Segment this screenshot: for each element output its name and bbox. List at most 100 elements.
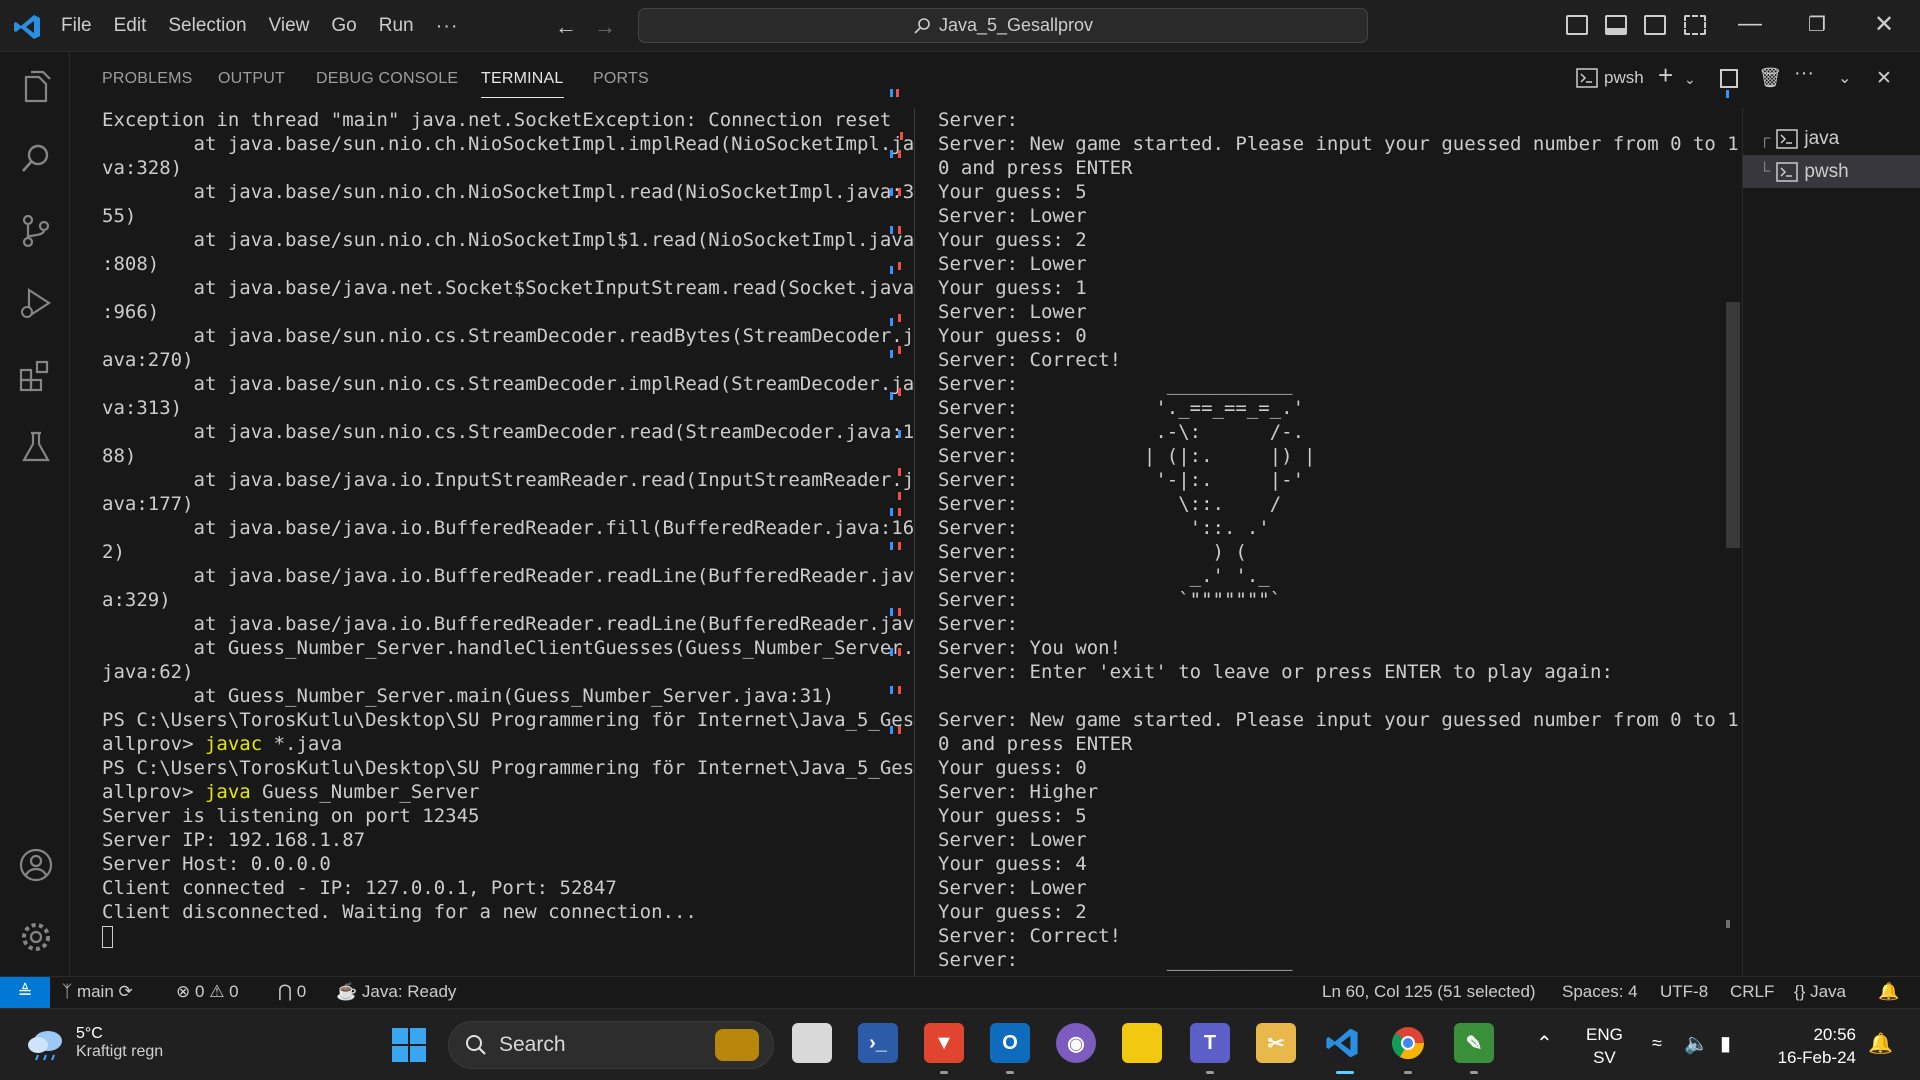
brave-browser-icon[interactable]: ▼ xyxy=(924,1023,964,1063)
task-view-icon[interactable] xyxy=(792,1023,832,1063)
cursor-position-status[interactable]: Ln 60, Col 125 (51 selected) xyxy=(1322,982,1536,1002)
vscode-logo-icon xyxy=(14,15,40,39)
split-terminal-icon[interactable] xyxy=(1720,69,1738,88)
menu-go[interactable]: Go xyxy=(320,9,367,43)
activity-bar xyxy=(0,52,70,976)
terminal-line: Server: Lower xyxy=(938,301,1087,323)
search-highlight-icon xyxy=(715,1029,759,1061)
branch-status[interactable]: ᛉ main ⟳ xyxy=(62,982,133,1002)
tab-ports[interactable]: PORTS xyxy=(593,70,649,88)
powershell-icon[interactable]: ›_ xyxy=(858,1023,898,1063)
snipping-tool-icon[interactable]: ✂ xyxy=(1256,1023,1296,1063)
toggle-primary-sidebar-icon[interactable] xyxy=(1566,15,1588,35)
tab-terminal[interactable]: TERMINAL xyxy=(481,70,564,98)
terminal-tab-java[interactable]: ┌ java xyxy=(1743,122,1920,155)
active-shell-button[interactable]: pwsh xyxy=(1576,68,1644,88)
restore-icon[interactable]: ❐ xyxy=(1808,12,1826,37)
minimize-icon[interactable]: — xyxy=(1738,10,1762,38)
settings-gear-icon[interactable] xyxy=(17,918,55,956)
teams-icon[interactable]: T xyxy=(1190,1023,1230,1063)
account-icon[interactable] xyxy=(17,846,55,884)
terminal-line: Server: New game started. Please input y… xyxy=(938,133,1739,155)
ports-status[interactable]: ⋂ 0 xyxy=(278,982,306,1002)
chevron-down-icon[interactable]: ⌄ xyxy=(1838,68,1851,88)
terminal-line: allprov> javac *.java xyxy=(102,733,343,755)
terminal-right-output[interactable]: Server: Server: New game started. Please … xyxy=(938,108,1798,976)
terminal-line: Server Host: 0.0.0.0 xyxy=(102,853,331,875)
terminal-left-tail: Server is listening on port 12345 Server … xyxy=(102,804,962,924)
encoding-status[interactable]: UTF-8 xyxy=(1660,982,1708,1002)
menu-file[interactable]: File xyxy=(50,9,103,43)
indentation-status[interactable]: Spaces: 4 xyxy=(1562,982,1638,1002)
terminal-scrollbar-thumb[interactable] xyxy=(1726,302,1740,548)
terminal-line: at Guess_Number_Server.main(Guess_Number… xyxy=(102,685,835,707)
menu-view[interactable]: View xyxy=(258,9,321,43)
terminal-line: 88) xyxy=(102,445,137,467)
command-center-search[interactable]: Java_5_Gesallprov xyxy=(638,8,1368,43)
tab-problems[interactable]: PROBLEMS xyxy=(102,70,193,88)
menu-run[interactable]: Run xyxy=(368,9,425,43)
terminal-line: Server is listening on port 12345 xyxy=(102,805,480,827)
language-status[interactable]: {} Java xyxy=(1794,982,1846,1002)
terminal-line: 0 and press ENTER xyxy=(938,733,1133,755)
source-control-icon[interactable] xyxy=(17,212,55,250)
testing-icon[interactable] xyxy=(17,428,55,466)
notification-bell-icon[interactable]: 🔔 xyxy=(1868,1031,1893,1056)
extensions-icon[interactable] xyxy=(17,356,55,394)
language-indicator[interactable]: ENG SV xyxy=(1586,1023,1623,1069)
toggle-secondary-sidebar-icon[interactable] xyxy=(1644,15,1666,35)
command-center-label: Java_5_Gesallprov xyxy=(938,15,1094,35)
battery-icon[interactable]: ▮ xyxy=(1720,1031,1731,1056)
menu-selection[interactable]: Selection xyxy=(157,9,257,43)
volume-icon[interactable]: 🔈 xyxy=(1684,1031,1709,1056)
new-terminal-plus-icon[interactable]: + xyxy=(1658,60,1673,91)
forward-arrow-icon[interactable]: → xyxy=(594,14,616,40)
chevron-up-icon[interactable]: ⌃ xyxy=(1536,1031,1553,1056)
tab-debug-console[interactable]: DEBUG CONSOLE xyxy=(316,70,458,88)
wifi-icon[interactable]: ≈ xyxy=(1652,1033,1662,1054)
close-panel-icon[interactable]: ✕ xyxy=(1876,67,1892,90)
eol-status[interactable]: CRLF xyxy=(1730,982,1774,1002)
terminal-line: PS C:\Users\TorosKutlu\Desktop\SU Progra… xyxy=(102,709,915,731)
remote-icon: ≜ xyxy=(17,982,33,1002)
terminal-line: Server: '-|:. |-' xyxy=(938,469,1305,491)
menu-edit[interactable]: Edit xyxy=(103,9,158,43)
shell-label: pwsh xyxy=(1604,68,1644,87)
java-status[interactable]: ☕ Java: Ready xyxy=(336,982,456,1002)
windows-start-icon[interactable] xyxy=(391,1027,427,1063)
remote-indicator[interactable]: ≜ xyxy=(0,977,50,1008)
notifications-bell-icon[interactable]: 🔔 xyxy=(1878,982,1899,1002)
problems-status[interactable]: ⊗ 0 ⚠ 0 xyxy=(176,982,239,1002)
terminal-split-divider[interactable] xyxy=(914,108,915,976)
vscode-taskbar-icon[interactable] xyxy=(1322,1023,1362,1063)
terminal-tab-pwsh[interactable]: └ pwsh xyxy=(1743,155,1920,188)
back-arrow-icon[interactable]: ← xyxy=(555,14,577,40)
toggle-panel-icon[interactable] xyxy=(1605,15,1627,35)
more-actions-icon[interactable]: ··· xyxy=(1794,62,1814,85)
explorer-icon[interactable] xyxy=(17,68,55,106)
chrome-icon[interactable] xyxy=(1388,1023,1428,1063)
terminal-cursor-line xyxy=(102,924,962,948)
clock[interactable]: 20:56 16-Feb-24 xyxy=(1770,1023,1856,1069)
terminal-line: at java.base/sun.nio.cs.StreamDecoder.im… xyxy=(102,373,915,395)
github-desktop-icon[interactable]: ◉ xyxy=(1056,1023,1096,1063)
outlook-icon[interactable]: O xyxy=(990,1023,1030,1063)
terminal-line: java:62) xyxy=(102,661,194,683)
trash-icon[interactable]: 🗑 xyxy=(1758,66,1782,90)
search-icon[interactable] xyxy=(17,140,55,178)
search-icon xyxy=(466,1035,486,1055)
notepad-icon[interactable]: ✎ xyxy=(1454,1023,1494,1063)
menu-more[interactable]: ··· xyxy=(425,9,470,43)
taskbar-search[interactable]: Search xyxy=(448,1021,774,1069)
chevron-down-icon[interactable]: ⌄ xyxy=(1684,71,1696,88)
run-debug-icon[interactable] xyxy=(17,284,55,322)
terminal-line: Server: xyxy=(938,613,1019,635)
tab-output[interactable]: OUTPUT xyxy=(218,70,285,88)
power-bi-icon[interactable] xyxy=(1122,1023,1162,1063)
terminal-left-output[interactable]: Exception in thread "main" java.net.Sock… xyxy=(102,108,962,968)
terminal-line: allprov> java Guess_Number_Server xyxy=(102,781,480,803)
close-window-icon[interactable]: ✕ xyxy=(1874,10,1894,39)
customize-layout-icon[interactable] xyxy=(1684,15,1706,35)
weather-widget[interactable]: 5°C Kraftigt regn xyxy=(26,1025,163,1061)
